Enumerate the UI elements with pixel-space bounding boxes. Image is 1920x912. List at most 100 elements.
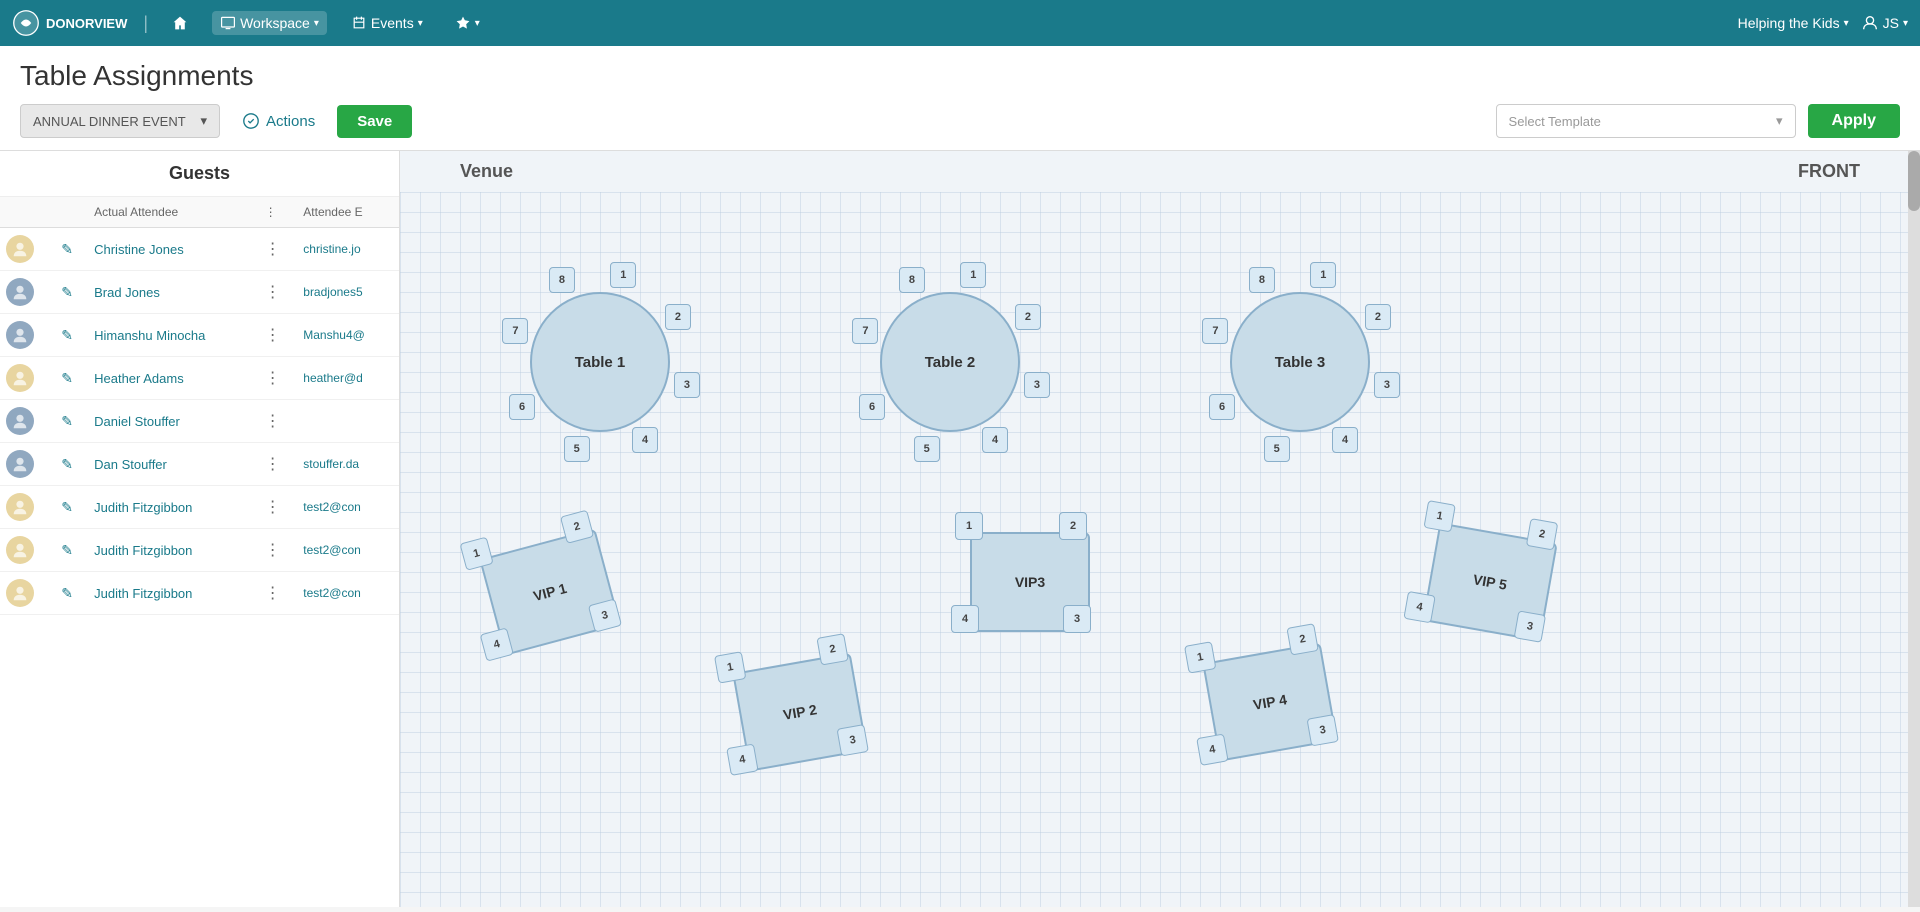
vip-seat[interactable]: 1 [714,651,746,683]
seat[interactable]: 5 [1264,436,1290,462]
logo[interactable]: DONORVIEW [12,9,127,37]
round-table-circle: Table 2 [880,292,1020,432]
seat[interactable]: 4 [632,427,658,453]
edit-icon[interactable]: ✎ [61,241,73,257]
avatar [6,278,34,306]
vip-seat[interactable]: 4 [1196,734,1228,766]
seat[interactable]: 3 [1374,372,1400,398]
guest-edit-cell[interactable]: ✎ [55,271,88,314]
seat[interactable]: 4 [982,427,1008,453]
guest-edit-cell[interactable]: ✎ [55,486,88,529]
vip-seat[interactable]: 1 [1184,641,1216,673]
seat[interactable]: 8 [1249,267,1275,293]
round-table-container[interactable]: Table 312345678 [1195,257,1405,467]
seat[interactable]: 7 [852,318,878,344]
venue-canvas[interactable]: Table 112345678Table 212345678Table 3123… [400,192,1920,907]
vip-seat[interactable]: 1 [1423,500,1455,532]
guest-more[interactable]: ⋮ [259,572,298,615]
guest-more[interactable]: ⋮ [259,529,298,572]
vip-seat[interactable]: 2 [816,633,848,665]
guest-email: stouffer.da [297,443,399,486]
edit-icon[interactable]: ✎ [61,284,73,300]
save-button[interactable]: Save [337,105,412,138]
nav-favorites[interactable]: ▾ [447,11,488,35]
vip-seat[interactable]: 3 [588,598,622,632]
table-row: ✎ Christine Jones ⋮ christine.jo [0,228,399,271]
seat[interactable]: 8 [549,267,575,293]
guest-edit-cell[interactable]: ✎ [55,314,88,357]
vip-seat[interactable]: 4 [1403,591,1435,623]
guest-more[interactable]: ⋮ [259,443,298,486]
template-selector[interactable]: Select Template ▾ [1496,104,1796,138]
guest-more[interactable]: ⋮ [259,228,298,271]
round-table-circle: Table 1 [530,292,670,432]
seat[interactable]: 7 [502,318,528,344]
round-table-container[interactable]: Table 2 1 2 3 4 5 6 78 [845,257,1055,467]
seat[interactable]: 1 [610,262,636,288]
guest-edit-cell[interactable]: ✎ [55,529,88,572]
guest-edit-cell[interactable]: ✎ [55,228,88,271]
guest-more[interactable]: ⋮ [259,314,298,357]
vip-seat[interactable]: 3 [836,724,868,756]
seat[interactable]: 6 [1209,394,1235,420]
org-selector[interactable]: Helping the Kids ▾ [1738,15,1849,31]
vip-seat[interactable]: 4 [726,744,758,776]
nav-workspace[interactable]: Workspace ▾ [212,11,327,35]
actions-button[interactable]: Actions [232,106,325,136]
edit-icon[interactable]: ✎ [61,413,73,429]
round-table-container[interactable]: Table 1 1 2 3 4 5 6 78 [495,257,705,467]
edit-icon[interactable]: ✎ [61,456,73,472]
vip-seat[interactable]: 2 [1286,623,1318,655]
nav-home[interactable] [164,11,196,35]
vip-seat[interactable]: 3 [1063,605,1091,633]
vip-seat[interactable]: 3 [1306,714,1338,746]
venue-scrollbar[interactable] [1908,151,1920,907]
seat[interactable]: 6 [509,394,535,420]
seat[interactable]: 3 [1024,372,1050,398]
vip-table-container[interactable]: VIP 41234 [1167,608,1372,797]
guest-avatar-cell [0,314,55,357]
seat[interactable]: 2 [1365,304,1391,330]
seat[interactable]: 8 [899,267,925,293]
edit-icon[interactable]: ✎ [61,499,73,515]
seat[interactable]: 7 [1202,318,1228,344]
vip-seat[interactable]: 2 [1526,518,1558,550]
vip-table-container[interactable]: VIP 21234 [697,618,902,807]
seat[interactable]: 3 [674,372,700,398]
seat[interactable]: 2 [665,304,691,330]
nav-right: Helping the Kids ▾ JS ▾ [1738,14,1908,32]
vip-seat[interactable]: 2 [1059,512,1087,540]
guests-scroll-area[interactable]: Actual Attendee ⋮ Attendee E ✎ Christine… [0,197,399,907]
guest-more[interactable]: ⋮ [259,357,298,400]
edit-icon[interactable]: ✎ [61,542,73,558]
guest-edit-cell[interactable]: ✎ [55,400,88,443]
guest-email: test2@con [297,529,399,572]
vip-table-container[interactable]: VIP 11234 [442,491,657,692]
seat[interactable]: 1 [960,262,986,288]
apply-label: Apply [1832,112,1876,129]
seat[interactable]: 2 [1015,304,1041,330]
guest-more[interactable]: ⋮ [259,486,298,529]
seat[interactable]: 1 [1310,262,1336,288]
guest-more[interactable]: ⋮ [259,271,298,314]
seat[interactable]: 5 [914,436,940,462]
edit-icon[interactable]: ✎ [61,370,73,386]
guest-more[interactable]: ⋮ [259,400,298,443]
guest-edit-cell[interactable]: ✎ [55,357,88,400]
vip-table-container[interactable]: VIP 51234 [1387,488,1592,677]
apply-button[interactable]: Apply [1808,104,1900,138]
edit-icon[interactable]: ✎ [61,585,73,601]
seat[interactable]: 4 [1332,427,1358,453]
seat[interactable]: 6 [859,394,885,420]
seat[interactable]: 5 [564,436,590,462]
guest-edit-cell[interactable]: ✎ [55,572,88,615]
vip-table-container[interactable]: VIP31234 [940,502,1120,662]
event-selector[interactable]: ANNUAL DINNER EVENT ▾ [20,104,220,138]
edit-icon[interactable]: ✎ [61,327,73,343]
user-menu[interactable]: JS ▾ [1861,14,1908,32]
vip-seat[interactable]: 4 [951,605,979,633]
vip-seat[interactable]: 1 [955,512,983,540]
nav-events[interactable]: Events ▾ [343,11,431,35]
vip-seat[interactable]: 3 [1514,610,1546,642]
guest-edit-cell[interactable]: ✎ [55,443,88,486]
